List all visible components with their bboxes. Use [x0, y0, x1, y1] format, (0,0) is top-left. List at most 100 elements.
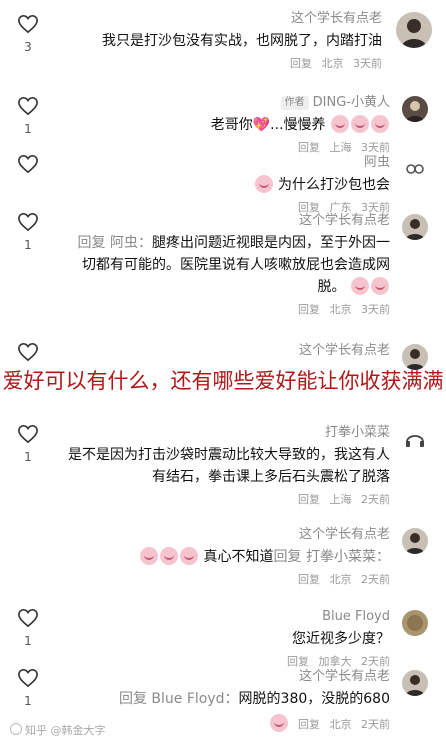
comment-body: 打拳小菜菜 是不是因为打击沙袋时震动比较大导致的，我这有人有结石，拳击课上多后石…	[64, 424, 390, 508]
like-count: 3	[24, 40, 32, 54]
emoji-icon	[371, 277, 389, 295]
like-count: 1	[24, 238, 32, 252]
comment-meta: 回复 北京 3天前	[64, 56, 382, 72]
comment-meta: 回复 上海 2天前	[64, 492, 390, 508]
comment-username[interactable]: 阿虫	[64, 154, 390, 172]
user-avatar-icon[interactable]	[402, 670, 428, 696]
comment-item: 1 作者 DING-小黄人 老哥你💖...慢慢养 回复 上海 3天前	[0, 94, 446, 154]
comment-time: 2天前	[361, 655, 390, 668]
comment-body: 阿虫 为什么打沙包也会 回复 广东 3天前	[64, 154, 390, 216]
zhihu-icon	[10, 723, 22, 735]
like-button[interactable]: 3	[14, 14, 42, 54]
reply-to[interactable]: 回复 打拳小菜菜：	[274, 549, 390, 565]
like-count: 1	[24, 122, 32, 136]
emoji-icon	[180, 547, 199, 565]
like-button[interactable]: 1	[14, 96, 42, 136]
like-count: 1	[24, 450, 32, 464]
comment-item: 这个学长有点老 真心不知道回复 打拳小菜菜： 回复 北京 2天前	[0, 526, 446, 596]
watermark-text: 知乎 @韩金大字	[25, 724, 106, 737]
reply-link[interactable]: 回复	[298, 141, 320, 154]
comment-item: 3 这个学长有点老 我只是打沙包没有实战，也网脱了，内踏打油 回复 北京 3天前	[0, 10, 446, 82]
comment-region: 上海	[329, 141, 352, 154]
heart-icon	[18, 668, 38, 688]
emoji-icon	[371, 115, 389, 133]
comment-time: 3天前	[353, 57, 382, 70]
heart-icon	[18, 424, 38, 444]
comment-item: 1 这个学长有点老 回复 阿虫：腿疼出问题近视眼是内因，至于外因一切都有可能的。…	[0, 212, 446, 332]
comment-username[interactable]: 这个学长有点老	[64, 342, 390, 360]
reply-link[interactable]: 回复	[298, 303, 320, 316]
comment-username[interactable]: 这个学长有点老	[64, 668, 390, 686]
comment-username[interactable]: 打拳小菜菜	[64, 424, 390, 442]
comment-time: 2天前	[361, 718, 390, 731]
emoji-icon	[269, 714, 288, 732]
overlay-caption: 爱好可以有什么，还有哪些爱好能让你收获满满	[2, 369, 444, 393]
emoji-icon	[351, 277, 369, 295]
comment-item: 阿虫 为什么打沙包也会 回复 广东 3天前	[0, 154, 446, 214]
heart-icon	[18, 154, 38, 174]
comment-text: 真心不知道回复 打拳小菜菜：	[64, 546, 390, 568]
comment-text: 回复 阿虫：腿疼出问题近视眼是内因，至于外因一切都有可能的。医院里说有人咳嗽放屁…	[64, 232, 390, 298]
comment-region: 北京	[329, 718, 352, 731]
emoji-icon	[254, 175, 273, 193]
comment-username[interactable]: 这个学长有点老	[64, 212, 390, 230]
emoji-icon	[351, 115, 369, 133]
user-avatar-icon[interactable]	[402, 156, 428, 182]
comment-username[interactable]: 这个学长有点老	[64, 10, 382, 28]
comment-region: 北京	[329, 303, 352, 316]
comment-body: 这个学长有点老 真心不知道回复 打拳小菜菜： 回复 北京 2天前	[64, 526, 390, 588]
heart-icon	[18, 212, 38, 232]
comment-text: 我只是打沙包没有实战，也网脱了，内踏打油	[102, 33, 382, 49]
reply-link[interactable]: 回复	[298, 718, 320, 731]
emoji-icon	[331, 115, 349, 133]
like-count: 1	[24, 694, 32, 708]
user-avatar-icon[interactable]	[402, 610, 428, 636]
reply-to[interactable]: 回复 阿虫：	[78, 235, 152, 251]
comment-time: 3天前	[361, 303, 390, 316]
watermark: 知乎 @韩金大字	[10, 722, 106, 738]
reply-link[interactable]: 回复	[290, 57, 312, 70]
comment-body: 这个学长有点老 我只是打沙包没有实战，也网脱了，内踏打油 回复 北京 3天前	[64, 10, 382, 72]
headphones-icon[interactable]	[402, 426, 428, 452]
comment-region: 加拿大	[318, 655, 352, 668]
comment-item: 1 Blue Floyd 您近视多少度？ 回复 加拿大 2天前	[0, 608, 446, 668]
comment-body: 这个学长有点老 回复 阿虫：腿疼出问题近视眼是内因，至于外因一切都有可能的。医院…	[64, 212, 390, 318]
comment-body: 这个学长有点老 回复 Blue Floyd：网脱的380，没脱的680 回复 北…	[64, 668, 390, 733]
comment-text: 老哥你💖...慢慢养	[64, 114, 390, 136]
user-avatar-icon[interactable]	[396, 12, 432, 48]
heart-icon	[18, 608, 38, 628]
comment-region: 北京	[329, 573, 352, 586]
like-button[interactable]	[14, 342, 42, 362]
comment-region: 上海	[329, 493, 352, 506]
heart-icon	[18, 14, 38, 34]
reply-link[interactable]: 回复	[298, 493, 320, 506]
like-button[interactable]: 1	[14, 212, 42, 252]
comment-body: 作者 DING-小黄人 老哥你💖...慢慢养 回复 上海 3天前	[64, 94, 390, 156]
reply-link[interactable]: 回复	[287, 655, 309, 668]
comment-text-content: 老哥你💖...慢慢养	[210, 117, 326, 133]
comment-text: 是不是因为打击沙袋时震动比较大导致的，我这有人有结石，拳击课上多后石头震松了脱落	[68, 447, 390, 485]
like-button[interactable]: 1	[14, 424, 42, 464]
reply-link[interactable]: 回复	[298, 573, 320, 586]
emoji-icon	[140, 547, 159, 565]
user-avatar-icon[interactable]	[402, 96, 428, 122]
comment-text-content: 真心不知道	[203, 549, 274, 565]
comment-header: 作者 DING-小黄人	[64, 94, 390, 112]
comment-username[interactable]: 这个学长有点老	[64, 526, 390, 544]
comment-item: 1 打拳小菜菜 是不是因为打击沙袋时震动比较大导致的，我这有人有结石，拳击课上多…	[0, 424, 446, 518]
comment-text: 为什么打沙包也会	[64, 174, 390, 196]
like-button[interactable]: 1	[14, 608, 42, 648]
comment-username[interactable]: Blue Floyd	[64, 608, 390, 626]
like-button[interactable]: 1	[14, 668, 42, 708]
comment-username[interactable]: DING-小黄人	[313, 95, 390, 110]
user-avatar-icon[interactable]	[402, 528, 428, 554]
user-avatar-icon[interactable]	[402, 214, 428, 240]
comment-meta: 回复 北京 3天前	[64, 302, 390, 318]
reply-to[interactable]: 回复 Blue Floyd：	[119, 691, 239, 707]
like-count: 1	[24, 634, 32, 648]
comment-text: 回复 Blue Floyd：网脱的380，没脱的680	[64, 688, 390, 710]
comment-body: 这个学长有点老	[64, 342, 390, 360]
comment-text-content: 网脱的380，没脱的680	[238, 691, 390, 707]
comment-meta: 回复 北京 2天前	[64, 572, 390, 588]
like-button[interactable]	[14, 154, 42, 174]
